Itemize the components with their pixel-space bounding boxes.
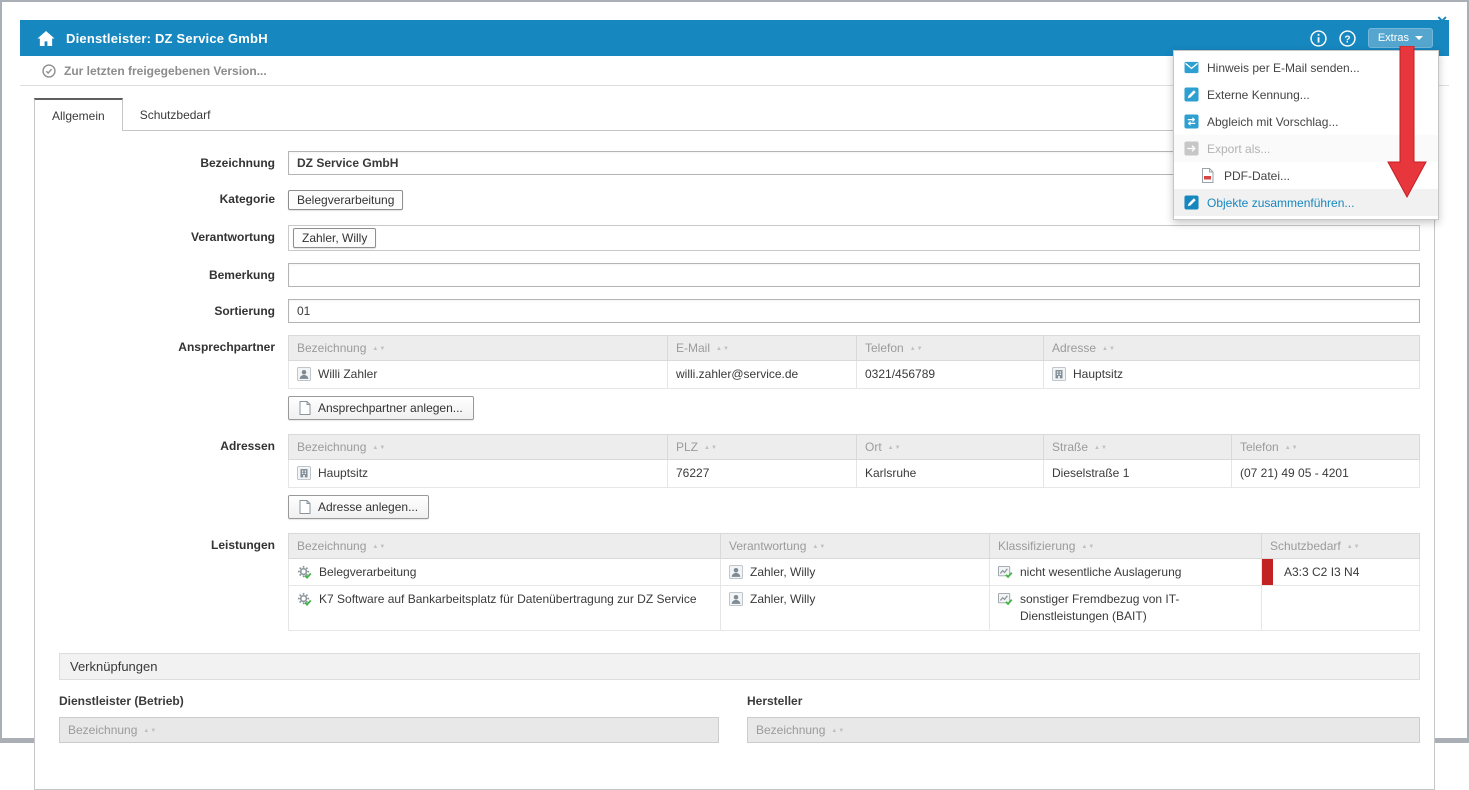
sort-icon <box>137 723 157 737</box>
column-header-plz[interactable]: PLZ <box>668 434 857 459</box>
column-header-email[interactable]: E-Mail <box>668 336 857 361</box>
ansprechpartner-table: Bezeichnung E-Mail Telefon Adresse Willi… <box>288 335 1420 389</box>
svg-text:?: ? <box>1344 34 1350 45</box>
verknuepfungen-section: Verknüpfungen Dienstleister (Betrieb) Be… <box>59 653 1420 743</box>
menu-item-export-als: Export als... <box>1174 135 1438 162</box>
external-id-icon <box>1184 87 1199 102</box>
titlebar-actions: ? Extras <box>1310 28 1433 48</box>
sort-icon <box>1279 440 1299 454</box>
add-ansprechpartner-button[interactable]: Ansprechpartner anlegen... <box>288 396 474 420</box>
column-header-ort[interactable]: Ort <box>857 434 1044 459</box>
tab-allgemein[interactable]: Allgemein <box>34 98 123 131</box>
column-header-bezeichnung[interactable]: Bezeichnung <box>59 717 719 743</box>
table-row[interactable]: K7 Software auf Bankarbeitsplatz für Dat… <box>289 586 1420 631</box>
leistungen-label: Leistungen <box>35 533 288 631</box>
service-gear-icon <box>297 592 312 607</box>
leistungen-table: Bezeichnung Verantwortung Klassifizierun… <box>288 533 1420 631</box>
menu-item-externe-kennung[interactable]: Externe Kennung... <box>1174 81 1438 108</box>
verknuepfungen-header: Verknüpfungen <box>59 653 1420 680</box>
table-row[interactable]: Willi Zahler willi.zahler@service.de 032… <box>289 361 1420 389</box>
info-icon[interactable] <box>1310 30 1327 47</box>
sort-icon <box>825 723 845 737</box>
column-header-adresse[interactable]: Adresse <box>1044 336 1420 361</box>
building-icon <box>297 466 311 480</box>
close-icon[interactable]: ✕ <box>1430 13 1454 29</box>
sort-icon <box>1341 539 1361 553</box>
risk-level-bar <box>1262 559 1273 586</box>
building-icon <box>1052 367 1066 381</box>
help-icon[interactable]: ? <box>1339 30 1356 47</box>
sort-icon <box>882 440 902 454</box>
menu-item-hinweis-email[interactable]: Hinweis per E-Mail senden... <box>1174 54 1438 81</box>
schutzbedarf-cell <box>1262 586 1420 631</box>
add-adresse-button[interactable]: Adresse anlegen... <box>288 495 429 519</box>
sort-icon <box>366 539 386 553</box>
allgemein-panel: Bezeichnung Kategorie Belegverarbeitung … <box>34 130 1435 790</box>
sort-icon <box>806 539 826 553</box>
hersteller-column: Hersteller Bezeichnung <box>747 694 1420 743</box>
hersteller-title: Hersteller <box>747 694 1420 708</box>
column-header-bezeichnung[interactable]: Bezeichnung <box>747 717 1420 743</box>
tab-schutzbedarf[interactable]: Schutzbedarf <box>123 99 228 130</box>
column-header-schutzbedarf[interactable]: Schutzbedarf <box>1262 533 1420 558</box>
check-circle-icon <box>42 64 56 78</box>
bemerkung-input[interactable] <box>288 263 1420 287</box>
sort-icon <box>1088 440 1108 454</box>
sort-icon <box>698 440 718 454</box>
sort-icon <box>1096 341 1116 355</box>
column-header-verantwortung[interactable]: Verantwortung <box>721 533 990 558</box>
menu-item-abgleich-vorschlag[interactable]: Abgleich mit Vorschlag... <box>1174 108 1438 135</box>
sort-icon <box>904 341 924 355</box>
column-header-bezeichnung[interactable]: Bezeichnung <box>289 434 668 459</box>
app-frame: ✕ Dienstleister: DZ Service GmbH ? Extra… <box>0 0 1469 743</box>
person-icon <box>729 565 743 579</box>
sort-icon <box>366 440 386 454</box>
bemerkung-label: Bemerkung <box>35 263 288 287</box>
sortierung-input[interactable] <box>288 299 1420 323</box>
ansprechpartner-label: Ansprechpartner <box>35 335 288 428</box>
verantwortung-chip[interactable]: Zahler, Willy <box>293 228 376 248</box>
sort-icon <box>366 341 386 355</box>
column-header-telefon[interactable]: Telefon <box>1232 434 1420 459</box>
dienstleister-betrieb-title: Dienstleister (Betrieb) <box>59 694 719 708</box>
schutzbedarf-cell: A3:3 C2 I3 N4 <box>1262 558 1420 586</box>
extras-menu: Hinweis per E-Mail senden... Externe Ken… <box>1173 50 1439 220</box>
building-home-icon <box>36 30 56 47</box>
table-row[interactable]: Hauptsitz 76227 Karlsruhe Dieselstraße 1… <box>289 459 1420 487</box>
verantwortung-field[interactable]: Zahler, Willy <box>288 225 1420 251</box>
kategorie-label: Kategorie <box>35 187 288 213</box>
service-gear-icon <box>297 565 312 580</box>
window-title: Dienstleister: DZ Service GmbH <box>66 31 268 46</box>
add-document-icon <box>299 500 311 514</box>
column-header-bezeichnung[interactable]: Bezeichnung <box>289 533 721 558</box>
chevron-down-icon <box>1415 36 1423 40</box>
pdf-icon <box>1201 168 1216 183</box>
dienstleister-betrieb-column: Dienstleister (Betrieb) Bezeichnung <box>59 694 719 743</box>
table-row[interactable]: Belegverarbeitung Zahler, Willy nicht we… <box>289 558 1420 586</box>
menu-item-pdf-datei[interactable]: PDF-Datei... <box>1174 162 1438 189</box>
menu-item-objekte-zusammenfuehren[interactable]: Objekte zusammenführen... <box>1174 189 1438 216</box>
adressen-table: Bezeichnung PLZ Ort Straße Telefon Haupt… <box>288 434 1420 488</box>
column-header-klassifizierung[interactable]: Klassifizierung <box>990 533 1262 558</box>
email-icon <box>1184 61 1199 74</box>
sort-icon <box>1075 539 1095 553</box>
kategorie-chip[interactable]: Belegverarbeitung <box>288 190 403 210</box>
column-header-bezeichnung[interactable]: Bezeichnung <box>289 336 668 361</box>
classification-icon <box>998 565 1013 580</box>
bezeichnung-label: Bezeichnung <box>35 151 288 175</box>
column-header-strasse[interactable]: Straße <box>1044 434 1232 459</box>
sortierung-label: Sortierung <box>35 299 288 323</box>
classification-icon <box>998 592 1013 607</box>
extras-button[interactable]: Extras <box>1368 28 1433 48</box>
adressen-label: Adressen <box>35 434 288 527</box>
merge-icon <box>1184 195 1199 210</box>
column-header-telefon[interactable]: Telefon <box>857 336 1044 361</box>
compare-icon <box>1184 114 1199 129</box>
person-icon <box>297 367 311 381</box>
export-icon <box>1184 141 1199 156</box>
add-document-icon <box>299 401 311 415</box>
sort-icon <box>710 341 730 355</box>
person-icon <box>729 592 743 606</box>
verantwortung-label: Verantwortung <box>35 225 288 251</box>
